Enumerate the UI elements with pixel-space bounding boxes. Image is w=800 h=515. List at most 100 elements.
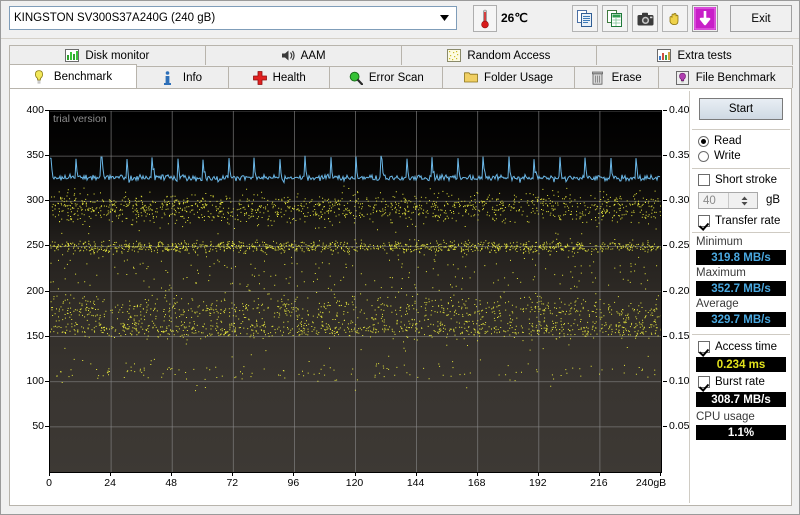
extra-tests-icon — [657, 48, 672, 63]
trial-watermark: trial version — [53, 113, 107, 125]
cpu-usage-value-box: 1.1% — [696, 425, 786, 440]
y-axis-left-tick: 150 — [26, 329, 44, 342]
x-axis-tick: 96 — [287, 477, 300, 489]
thermometer-icon — [473, 5, 497, 32]
checkbox-burst-rate[interactable]: Burst rate — [698, 376, 765, 388]
tab-folder-usage[interactable]: Folder Usage — [442, 66, 575, 88]
checkbox-access-time-indicator[interactable] — [698, 341, 710, 353]
x-axis-tick: 240gB — [635, 477, 667, 489]
export-excel-icon[interactable] — [602, 5, 628, 32]
x-axis-tickmark — [415, 472, 417, 476]
checkbox-burst-rate-indicator[interactable] — [698, 376, 710, 388]
checkbox-access-time[interactable]: Access time — [698, 341, 777, 353]
tab-random-access-label: Random Access — [467, 49, 551, 62]
tab-benchmark[interactable]: Benchmark — [9, 64, 138, 88]
divider — [692, 129, 790, 130]
tab-file-benchmark-label: File Benchmark — [695, 71, 776, 84]
tab-error-scan-label: Error Scan — [368, 71, 424, 84]
y-axis-left-tickmark — [45, 110, 49, 111]
checkbox-short-stroke[interactable]: Short stroke — [698, 174, 777, 186]
folder-icon — [464, 71, 478, 85]
tab-error-scan[interactable]: Error Scan — [329, 66, 444, 88]
download-arrow-icon[interactable] — [692, 5, 718, 32]
short-stroke-value: 40 — [703, 194, 716, 207]
maximum-label: Maximum — [696, 267, 746, 279]
checkbox-transfer-rate-indicator[interactable] — [698, 215, 710, 227]
y-axis-left-tickmark — [45, 380, 49, 382]
burst-rate-value: 308.7 MB/s — [711, 393, 771, 406]
radio-write-label: Write — [714, 150, 741, 162]
divider — [692, 334, 790, 335]
checkbox-transfer-rate[interactable]: Transfer rate — [698, 215, 780, 227]
y-axis-left-tick: 100 — [26, 374, 44, 387]
x-axis-tickmark — [598, 472, 600, 476]
y-axis-right-tickmark — [663, 335, 667, 337]
y-axis-left-tickmark — [45, 335, 49, 337]
radio-write[interactable]: Write — [698, 150, 741, 162]
y-axis-left-tick: 200 — [26, 284, 44, 297]
drive-select[interactable]: KINGSTON SV300S37A240G (240 gB) — [9, 6, 457, 30]
x-axis-tick: 0 — [46, 477, 52, 489]
tab-info-label: Info — [182, 71, 203, 84]
trash-icon — [591, 71, 606, 85]
x-axis-tickmark — [537, 472, 539, 476]
short-stroke-stepper[interactable]: 40 — [698, 192, 758, 209]
exit-button-label: Exit — [751, 12, 771, 25]
tab-disk-monitor[interactable]: Disk monitor — [9, 45, 206, 65]
x-axis-tick: 168 — [467, 477, 486, 489]
start-button[interactable]: Start — [699, 98, 783, 120]
y-axis-left-tick: 350 — [26, 149, 44, 162]
lightbulb-icon — [34, 69, 48, 84]
disk-monitor-icon — [65, 48, 80, 63]
divider — [692, 232, 790, 233]
y-axis-right-tickmark — [663, 155, 667, 157]
start-button-label: Start — [728, 103, 754, 115]
exit-button[interactable]: Exit — [730, 5, 792, 32]
x-axis-tickmark — [476, 472, 478, 476]
tab-erase[interactable]: Erase — [573, 66, 660, 88]
x-axis-tickmark — [293, 472, 295, 476]
tab-random-access[interactable]: Random Access — [400, 45, 598, 65]
radio-write-indicator[interactable] — [698, 150, 709, 162]
tab-extra-tests[interactable]: Extra tests — [596, 45, 793, 65]
tab-extra-tests-label: Extra tests — [677, 49, 732, 62]
x-axis-tickmark — [110, 472, 112, 476]
tab-file-benchmark[interactable]: File Benchmark — [658, 66, 793, 88]
checkbox-transfer-rate-label: Transfer rate — [715, 215, 781, 227]
x-axis-tick: 48 — [165, 477, 178, 489]
radio-read-indicator[interactable] — [698, 135, 709, 147]
cpu-usage-value: 1.1% — [727, 426, 755, 439]
speaker-icon — [281, 49, 295, 63]
tab-folder-usage-label: Folder Usage — [484, 71, 554, 84]
x-axis-tickmark — [354, 472, 356, 476]
hand-icon[interactable] — [662, 5, 688, 32]
x-axis-tick: 144 — [406, 477, 425, 489]
y-axis-left-tick: 50 — [32, 419, 44, 432]
x-axis-tickmark — [171, 472, 173, 476]
x-axis-tickmark — [232, 472, 234, 476]
copy-icon[interactable] — [572, 5, 598, 32]
info-icon — [163, 70, 177, 85]
x-axis-tick: 216 — [590, 477, 608, 489]
checkbox-short-stroke-indicator[interactable] — [698, 174, 710, 186]
burst-rate-value-box: 308.7 MB/s — [696, 392, 786, 407]
tab-aam[interactable]: AAM — [204, 45, 402, 65]
access-time-value: 0.234 ms — [716, 358, 766, 371]
cpu-usage-label: CPU usage — [696, 411, 755, 423]
tab-health[interactable]: Health — [227, 66, 331, 88]
tab-aam-label: AAM — [300, 49, 326, 62]
main-tab-strip: Benchmark Info Health Error Scan Folder … — [9, 64, 793, 88]
access-time-value-box: 0.234 ms — [696, 357, 786, 372]
short-stroke-unit: gB — [766, 194, 781, 206]
y-axis-left-tick: 400 — [26, 104, 44, 116]
top-toolbar: KINGSTON SV300S37A240G (240 gB) 26℃ Exit — [1, 1, 799, 39]
file-benchmark-icon — [675, 70, 690, 85]
radio-read[interactable]: Read — [698, 135, 742, 147]
stepper-arrows-icon[interactable] — [727, 193, 757, 208]
minimum-value: 319.8 MB/s — [711, 251, 771, 264]
chevron-down-icon[interactable] — [436, 7, 452, 29]
tab-info[interactable]: Info — [136, 66, 229, 88]
camera-icon[interactable] — [632, 5, 658, 32]
y-axis-right-tickmark — [663, 200, 667, 202]
x-axis-tickmark — [660, 472, 661, 476]
